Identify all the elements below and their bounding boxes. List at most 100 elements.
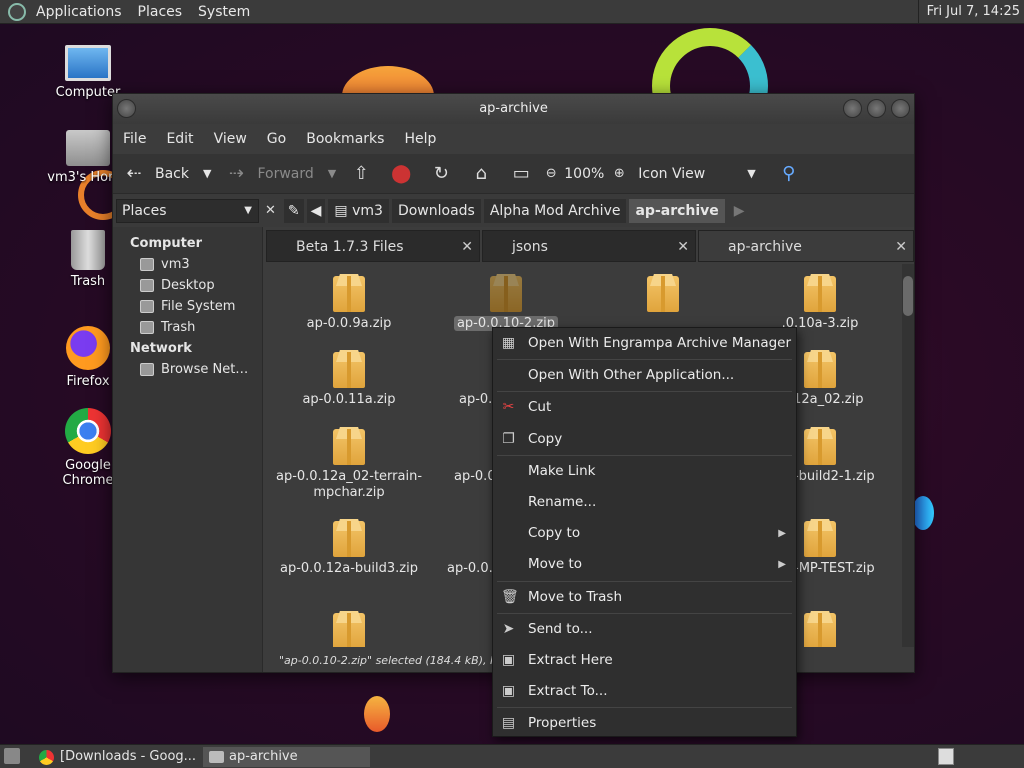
zip-archive-icon bbox=[333, 613, 365, 647]
edit-location-icon[interactable]: ✎ bbox=[283, 198, 304, 223]
zip-archive-icon bbox=[647, 276, 679, 312]
close-sidebar-icon[interactable]: ✕ bbox=[265, 203, 276, 218]
menu-file[interactable]: File bbox=[123, 131, 146, 147]
close-tab-icon[interactable]: ✕ bbox=[895, 231, 907, 263]
window-titlebar[interactable]: ap-archive bbox=[113, 94, 914, 124]
properties-icon: ▤ bbox=[501, 715, 516, 732]
file-item[interactable] bbox=[588, 276, 738, 316]
file-item[interactable]: .0.10a-3.zip bbox=[745, 276, 895, 332]
zoom-in-icon[interactable]: ⊕ bbox=[608, 163, 630, 185]
menu-item-extract-here[interactable]: ▣ Extract Here bbox=[493, 645, 796, 676]
menu-item-make-link[interactable]: Make Link bbox=[493, 456, 796, 487]
home-folder-icon bbox=[66, 130, 110, 166]
send-icon: ➤ bbox=[502, 620, 515, 637]
menu-item-cut[interactable]: ✂ Cut bbox=[493, 392, 796, 423]
file-item[interactable]: ap-0.0.12a-build3.zip bbox=[274, 521, 424, 577]
menu-go[interactable]: Go bbox=[267, 131, 286, 147]
menu-item-send-to[interactable]: ➤ Send to... bbox=[493, 614, 796, 645]
submenu-arrow-icon: ▶ bbox=[778, 528, 786, 540]
minimize-button[interactable] bbox=[843, 99, 862, 118]
forward-button[interactable]: ⇢ Forward ▼ bbox=[225, 163, 336, 185]
sidebar-item-trash[interactable]: Trash bbox=[113, 317, 262, 338]
menu-bookmarks[interactable]: Bookmarks bbox=[306, 131, 384, 147]
submenu-arrow-icon: ▶ bbox=[778, 559, 786, 571]
task-chrome-downloads[interactable]: [Downloads - Goog... bbox=[34, 747, 202, 767]
menu-system[interactable]: System bbox=[198, 4, 250, 20]
reload-icon[interactable]: ↻ bbox=[430, 163, 452, 185]
window-menu-button[interactable] bbox=[117, 99, 136, 118]
panel-clock[interactable]: Fri Jul 7, 14:25 bbox=[917, 0, 1024, 24]
sidebar-item-desktop[interactable]: Desktop bbox=[113, 275, 262, 296]
file-item[interactable]: ap-0.0.9a.zip bbox=[274, 276, 424, 332]
desktop-icon bbox=[140, 279, 154, 292]
tab-beta-files[interactable]: Beta 1.7.3 Files ✕ bbox=[266, 230, 480, 262]
breadcrumb-ap-archive[interactable]: ap-archive bbox=[629, 198, 725, 223]
menu-item-move-to[interactable]: Move to ▶ bbox=[493, 549, 796, 580]
search-icon[interactable]: ⚲ bbox=[778, 163, 800, 185]
show-desktop-icon[interactable] bbox=[4, 748, 20, 764]
zip-archive-icon bbox=[804, 613, 836, 647]
drive-icon bbox=[140, 300, 154, 313]
close-tab-icon[interactable]: ✕ bbox=[461, 231, 473, 263]
back-button[interactable]: ⇠ Back ▼ bbox=[123, 163, 211, 185]
close-tab-icon[interactable]: ✕ bbox=[677, 231, 689, 263]
file-item[interactable]: ap-0.0.12a_02-terrain-mpchar.zip bbox=[274, 429, 424, 501]
task-ap-archive[interactable]: ap-archive bbox=[203, 747, 370, 767]
trash-icon bbox=[140, 321, 154, 334]
file-item-selected[interactable]: ap-0.0.10-2.zip bbox=[431, 276, 581, 332]
places-combo[interactable]: Places ▼ bbox=[116, 198, 259, 223]
menu-item-open-with-other[interactable]: Open With Other Application... bbox=[493, 360, 796, 391]
file-item[interactable]: ap-0.0.11a.zip bbox=[274, 352, 424, 408]
zip-archive-icon bbox=[804, 521, 836, 557]
menu-item-properties[interactable]: ▤ Properties bbox=[493, 708, 796, 739]
sidebar-item-file-system[interactable]: File System bbox=[113, 296, 262, 317]
maximize-button[interactable] bbox=[867, 99, 886, 118]
menu-item-move-to-trash[interactable]: 🗑 Move to Trash bbox=[493, 582, 796, 613]
up-arrow-icon[interactable]: ⇧ bbox=[350, 163, 372, 185]
trash-icon bbox=[71, 230, 105, 270]
view-mode-select[interactable]: Icon View ▼ bbox=[638, 166, 755, 182]
workspace-switcher-icon[interactable] bbox=[938, 748, 954, 765]
vertical-scrollbar[interactable] bbox=[902, 264, 914, 647]
menu-item-copy-to[interactable]: Copy to ▶ bbox=[493, 518, 796, 549]
taskbar: [Downloads - Goog... ap-archive bbox=[0, 744, 1024, 768]
breadcrumb-downloads[interactable]: Downloads bbox=[391, 198, 481, 223]
menu-places[interactable]: Places bbox=[138, 4, 183, 20]
breadcrumb-left-arrow-icon[interactable]: ◀ bbox=[306, 198, 326, 223]
stop-icon[interactable]: ⬤ bbox=[390, 163, 412, 185]
close-button[interactable] bbox=[891, 99, 910, 118]
tab-ap-archive[interactable]: ap-archive ✕ bbox=[698, 230, 914, 262]
breadcrumb-vm3[interactable]: ▤ vm3 bbox=[328, 198, 389, 223]
breadcrumb-alpha-mod-archive[interactable]: Alpha Mod Archive bbox=[483, 198, 627, 223]
home-icon[interactable]: ⌂ bbox=[470, 163, 492, 185]
zip-archive-icon bbox=[333, 521, 365, 557]
file-item[interactable] bbox=[274, 613, 424, 647]
breadcrumb-right-arrow-icon[interactable]: ▶ bbox=[728, 199, 751, 223]
menu-item-copy[interactable]: ❐ Copy bbox=[493, 424, 796, 455]
tab-jsons[interactable]: jsons ✕ bbox=[482, 230, 696, 262]
sidebar-item-browse-network[interactable]: Browse Net… bbox=[113, 359, 262, 380]
extract-icon: ▣ bbox=[501, 651, 516, 668]
menu-edit[interactable]: Edit bbox=[166, 131, 193, 147]
zoom-out-icon[interactable]: ⊖ bbox=[540, 163, 562, 185]
computer-icon[interactable]: ▭ bbox=[510, 163, 532, 185]
menu-applications[interactable]: Applications bbox=[36, 4, 122, 20]
archive-icon: ▦ bbox=[501, 335, 516, 351]
back-history-chevron-icon[interactable]: ▼ bbox=[203, 167, 211, 180]
toolbar: ⇠ Back ▼ ⇢ Forward ▼ ⇧ ⬤ ↻ ⌂ ▭ ⊖ 100% ⊕ … bbox=[113, 154, 914, 194]
menu-help[interactable]: Help bbox=[404, 131, 436, 147]
mate-logo-icon[interactable] bbox=[8, 2, 26, 21]
sidebar-item-vm3[interactable]: vm3 bbox=[113, 254, 262, 275]
menu-view[interactable]: View bbox=[214, 131, 247, 147]
forward-history-chevron-icon[interactable]: ▼ bbox=[328, 167, 336, 180]
menu-item-open-with-engrampa[interactable]: ▦ Open With Engrampa Archive Manager bbox=[493, 328, 796, 359]
scrollbar-thumb[interactable] bbox=[903, 276, 913, 316]
window-title: ap-archive bbox=[479, 101, 548, 116]
menu-item-extract-to[interactable]: ▣ Extract To... bbox=[493, 676, 796, 707]
top-panel: Applications Places System Fri Jul 7, 14… bbox=[0, 0, 1024, 24]
desktop-icon-computer[interactable]: Computer bbox=[40, 45, 136, 100]
menu-item-rename[interactable]: Rename... bbox=[493, 487, 796, 518]
context-menu: ▦ Open With Engrampa Archive Manager Open… bbox=[492, 327, 797, 737]
network-icon bbox=[140, 363, 154, 376]
zoom-level[interactable]: 100% bbox=[564, 166, 604, 182]
